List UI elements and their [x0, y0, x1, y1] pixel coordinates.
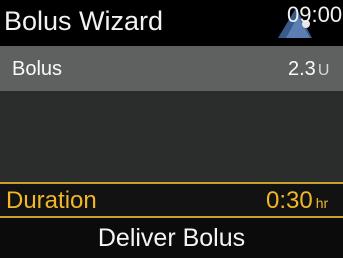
- clock-time: 09:00: [287, 2, 343, 27]
- bolus-row[interactable]: Bolus 2.3 U: [0, 46, 343, 91]
- header-bar: Bolus Wizard 09:00: [0, 0, 343, 46]
- bolus-unit: U: [317, 62, 330, 79]
- bolus-label: Bolus: [12, 58, 63, 80]
- bolus-amount: 2.3: [288, 58, 316, 80]
- duration-unit: hr: [315, 195, 329, 211]
- screen-title: Bolus Wizard: [4, 6, 164, 36]
- duration-amount: 0:30: [266, 187, 313, 214]
- duration-label: Duration: [6, 187, 97, 214]
- deliver-bolus-button[interactable]: Deliver Bolus: [0, 218, 343, 258]
- pump-screen: Bolus Wizard 09:00 Bolus 2.3 U Duration 0…: [0, 0, 343, 258]
- duration-row[interactable]: Duration 0:30 hr: [0, 182, 343, 218]
- content-area: [0, 91, 343, 182]
- duration-value: 0:30 hr: [266, 187, 328, 217]
- bolus-value: 2.3 U: [288, 58, 329, 82]
